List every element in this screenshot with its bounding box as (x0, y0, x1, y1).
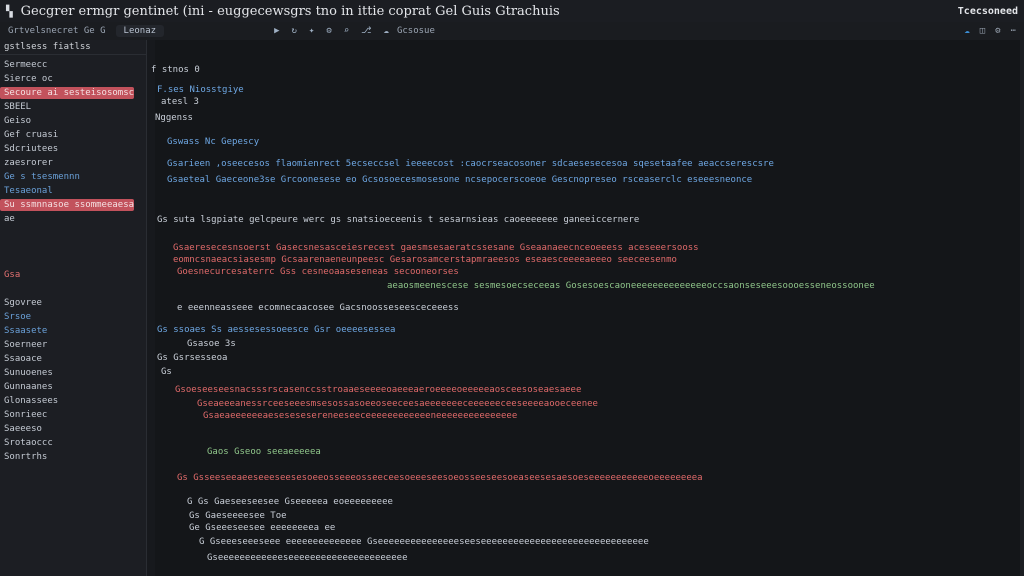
code-line[interactable]: Gs Gsrsesseoa (157, 352, 227, 364)
sidebar-item[interactable] (0, 283, 146, 295)
sidebar-item[interactable] (0, 227, 146, 239)
sidebar-item[interactable]: Sermeecc (0, 59, 146, 71)
editor-scrollbar[interactable] (1020, 40, 1024, 576)
toolbar-left-label[interactable]: Grtvelsnecret Ge G (8, 26, 106, 36)
editor-gutter (147, 40, 155, 576)
sidebar-item[interactable]: Gsa (0, 269, 146, 281)
bug-icon[interactable]: ✦ (309, 26, 314, 36)
split-icon[interactable]: ◫ (980, 26, 985, 36)
sidebar-item[interactable]: Sonrtrhs (0, 451, 146, 463)
cloud-icon[interactable]: ☁ (964, 26, 969, 36)
code-line[interactable]: eomncsnaeacsiasesmp Gcsaarenaeneunpeesc … (173, 254, 677, 266)
sidebar-item[interactable] (0, 241, 146, 253)
sidebar-item[interactable]: Srsoe (0, 311, 146, 323)
title-bar: ▚ Gecgrer ermgr gentinet (ini - euggecew… (0, 0, 1024, 23)
sidebar-item[interactable]: Secoure ai sesteisosomsc (0, 87, 134, 99)
code-line[interactable]: Gsarieen ,oseecesos flaomienrect 5ecsecc… (167, 158, 774, 170)
code-line[interactable]: Gsasoe 3s (187, 338, 236, 350)
sidebar-item[interactable]: Sonrieec (0, 409, 146, 421)
more-icon[interactable]: ⋯ (1011, 26, 1016, 36)
search-icon[interactable]: ⌕ (344, 26, 349, 36)
sidebar-item[interactable]: Saeeeso (0, 423, 146, 435)
sidebar-item[interactable]: zaesrorer (0, 157, 146, 169)
sidebar-item[interactable] (0, 255, 146, 267)
title-right-label: Tcecsoneed (957, 5, 1018, 17)
code-line[interactable]: Gsaeresecesnsoerst Gasecsnesasceiesreces… (173, 242, 699, 254)
code-line[interactable]: Ge Gseeeseesee eeeeeeeea ee (189, 522, 335, 534)
tab-file[interactable]: Leonaz (115, 25, 165, 37)
sidebar-item[interactable]: Sdcriutees (0, 143, 146, 155)
app-icon: ▚ (6, 4, 13, 18)
code-line[interactable]: Goesnecurcesaterrc Gss cesneoaaseseneas … (177, 266, 459, 278)
sidebar-item[interactable]: ae (0, 213, 146, 225)
code-line[interactable]: Gseeeeeeeeeeeeseeeeeeeeeeeeeeeeeeeeee (207, 552, 407, 564)
code-line[interactable]: Gs Gaeseeeesee Toe (189, 510, 287, 522)
sidebar-item[interactable]: Su ssmnnasoe ssommeeaesa (0, 199, 134, 211)
sidebar-item[interactable]: Ge s tsesmennn (0, 171, 146, 183)
sidebar-item[interactable]: Gunnaanes (0, 381, 146, 393)
code-line[interactable]: e eeenneasseee ecomnecaacosee Gacsnoosse… (177, 302, 459, 314)
code-line[interactable]: Gs Gsseeseeaeeseeeseesesoeeosseeeosseece… (177, 472, 703, 484)
gear-icon[interactable]: ⚙ (995, 26, 1000, 36)
sidebar-item[interactable]: Glonassees (0, 395, 146, 407)
code-line[interactable]: Gs (161, 366, 172, 378)
sidebar-item[interactable]: Gef cruasi (0, 129, 146, 141)
code-line[interactable]: Gsaeaeeeeeeaesesesesereneeseeceeeeeeeeee… (203, 410, 517, 422)
refresh-icon[interactable]: ↻ (291, 26, 296, 36)
code-line[interactable]: G Gs Gaeseeseesee Gseeeeea eoeeeeeeeee (187, 496, 393, 508)
branch-icon[interactable]: ⎇ (361, 26, 371, 36)
code-editor[interactable]: f stnos 0 F.ses Niosstgiye atesl 3 Nggen… (147, 40, 1024, 576)
code-line[interactable]: Gsaeteal Gaeceone3se Grcoonesese eo Gcso… (167, 174, 752, 186)
code-line[interactable]: Gs suta lsgpiate gelcpeure werc gs snats… (157, 214, 639, 226)
sidebar-item[interactable]: Sgovree (0, 297, 146, 309)
code-line[interactable]: Gaos Gseoo seeaeeeeea (207, 446, 321, 458)
cloud-icon[interactable]: ☁ (384, 26, 389, 36)
code-line[interactable]: atesl 3 (161, 96, 199, 108)
code-line[interactable]: Gs ssoaes Ss aessesessoeesce Gsr oeeeese… (157, 324, 395, 336)
settings-icon[interactable]: ⚙ (326, 26, 331, 36)
sidebar-item[interactable]: SBEEL (0, 101, 146, 113)
toolbar-tail-label: Gcsosue (396, 26, 435, 36)
code-line[interactable]: G Gseeeseeeseee eeeeeeeeeeeeee Gseeeeeee… (199, 536, 649, 548)
toolbar-icons: ▶ ↻ ✦ ⚙ ⌕ ⎇ ☁ (274, 26, 389, 36)
sidebar-item[interactable]: Geiso (0, 115, 146, 127)
sidebar-item[interactable]: Soerneer (0, 339, 146, 351)
sidebar-item[interactable]: Srotaoccc (0, 437, 146, 449)
code-line[interactable]: f stnos 0 (151, 64, 200, 76)
sidebar: gstlsess fiatlss Sermeecc Sierce oc Secour… (0, 40, 147, 576)
code-line[interactable]: Nggenss (155, 112, 193, 124)
sidebar-item[interactable]: Sierce oc (0, 73, 146, 85)
code-line[interactable]: Gseaeeeanessrceeseeesmsesossasoeeoseecee… (197, 398, 598, 410)
code-line[interactable]: Gswass Nc Gepescy (167, 136, 259, 148)
sidebar-list: Sermeecc Sierce oc Secoure ai sesteisosoms… (0, 59, 146, 463)
code-line[interactable]: Gsoeseeseesnacsssrscasenccsstroaaeseeeeo… (175, 384, 581, 396)
play-icon[interactable]: ▶ (274, 26, 279, 36)
window-title: Gecgrer ermgr gentinet (ini - euggecewsg… (20, 3, 560, 19)
toolbar: Grtvelsnecret Ge G Leonaz ▶ ↻ ✦ ⚙ ⌕ ⎇ ☁ … (0, 22, 1024, 41)
code-line[interactable]: aeaosmeenescese sesmesoecseceeas Gosesoe… (387, 280, 875, 292)
code-line[interactable]: F.ses Niosstgiye (157, 84, 244, 96)
toolbar-right-icons: ☁ ◫ ⚙ ⋯ (964, 26, 1016, 36)
sidebar-item[interactable]: Sunuoenes (0, 367, 146, 379)
sidebar-item[interactable]: Ssaasete (0, 325, 146, 337)
sidebar-item[interactable]: Tesaeonal (0, 185, 146, 197)
sidebar-item[interactable]: Ssaoace (0, 353, 146, 365)
sidebar-header: gstlsess fiatlss (0, 40, 146, 55)
